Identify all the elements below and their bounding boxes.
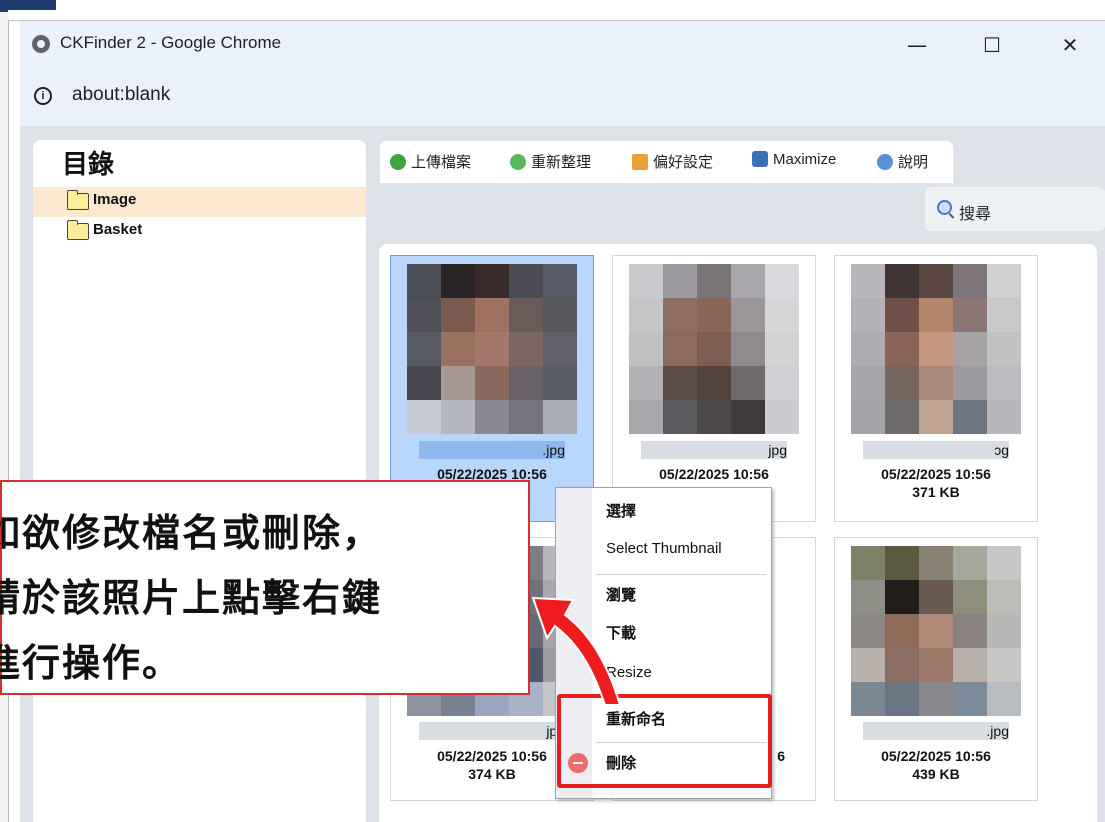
folder-icon: [67, 220, 89, 240]
file-name: jpg: [641, 441, 787, 459]
window-title: CKFinder 2 - Google Chrome: [60, 33, 282, 52]
refresh-label: 重新整理: [531, 154, 592, 171]
folder-image[interactable]: Image: [33, 187, 366, 217]
upload-label: 上傳檔案: [411, 154, 472, 171]
callout-line-2: 請於該照片上點擊右鍵: [0, 576, 383, 620]
file-card[interactable]: .jpg 05/22/2025 10:56 439 KB: [834, 537, 1038, 801]
chrome-logo-icon: [32, 35, 50, 53]
help-icon: [877, 154, 893, 170]
instruction-callout: 如欲修改檔名或刪除， 請於該照片上點擊右鍵 進行操作。: [0, 480, 530, 695]
file-thumbnail: [851, 264, 1021, 434]
help-label: 說明: [898, 154, 929, 171]
titlebar-top-edge: [8, 10, 1105, 21]
file-card[interactable]: ɔg 05/22/2025 10:56 371 KB: [834, 255, 1038, 522]
menu-item-select-thumbnail[interactable]: Select Thumbnail: [606, 540, 722, 557]
close-button[interactable]: ✕: [1045, 28, 1095, 62]
info-icon[interactable]: i: [34, 87, 52, 105]
address-bar: i about:blank: [20, 70, 1105, 127]
menu-item-select[interactable]: 選擇: [606, 500, 636, 521]
settings-label: 偏好設定: [653, 154, 714, 171]
red-arrow-icon: [531, 596, 622, 706]
file-date: 05/22/2025 10:56: [659, 466, 769, 482]
refresh-icon: [510, 154, 526, 170]
file-name: ɔg: [863, 441, 1009, 459]
maximize-icon: [752, 151, 768, 167]
file-card[interactable]: jpg 05/22/2025 10:56: [612, 255, 816, 522]
url-text[interactable]: about:blank: [72, 84, 170, 106]
search-icon: [937, 200, 952, 215]
file-name: .jpg: [863, 722, 1009, 740]
refresh-button[interactable]: 重新整理: [510, 151, 591, 173]
minimize-button[interactable]: —: [892, 28, 942, 62]
folder-label: Basket: [93, 221, 143, 238]
maximize-label: Maximize: [773, 151, 837, 168]
settings-button[interactable]: 偏好設定: [632, 151, 713, 173]
file-thumbnail: [851, 546, 1021, 716]
folder-icon: [67, 190, 89, 210]
search-label: 搜尋: [959, 206, 992, 223]
folder-basket[interactable]: Basket: [33, 217, 366, 247]
file-thumbnail: [629, 264, 799, 434]
file-name: jpg: [419, 722, 565, 740]
folders-title: 目錄: [62, 149, 115, 179]
upload-icon: [390, 154, 406, 170]
window-titlebar: CKFinder 2 - Google Chrome — ☐ ✕: [8, 10, 1105, 70]
wrench-icon: [632, 154, 648, 170]
upload-button[interactable]: 上傳檔案: [390, 151, 471, 173]
maximize-app-button[interactable]: Maximize: [752, 151, 836, 173]
toolbar: 上傳檔案 重新整理 偏好設定 Maximize 說明: [379, 140, 954, 184]
maximize-button[interactable]: ☐: [967, 28, 1017, 62]
file-date: 05/22/2025 10:56: [881, 748, 991, 764]
file-size: 439 KB: [912, 766, 960, 782]
folder-label: Image: [93, 191, 137, 208]
left-window-edge: [0, 0, 56, 822]
file-name: .jpg: [419, 441, 565, 459]
callout-line-1: 如欲修改檔名或刪除，: [0, 511, 383, 555]
file-size: 371 KB: [912, 484, 960, 500]
callout-line-3: 進行操作。: [0, 641, 183, 685]
help-button[interactable]: 說明: [877, 151, 928, 173]
file-date: 05/22/2025 10:56: [881, 466, 991, 482]
file-thumbnail: [407, 264, 577, 434]
search-button[interactable]: 搜尋: [925, 187, 1105, 231]
